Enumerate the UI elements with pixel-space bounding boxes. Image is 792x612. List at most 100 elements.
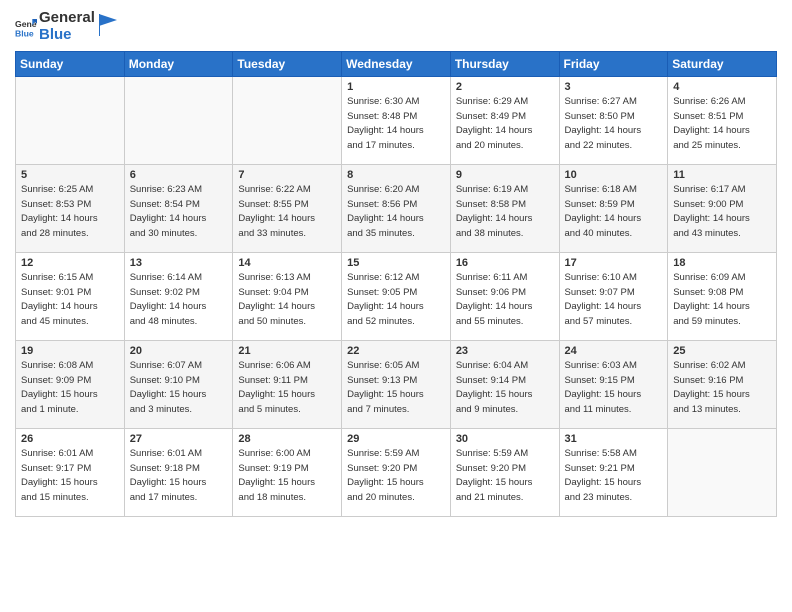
day-info: Sunrise: 6:25 AM Sunset: 8:53 PM Dayligh… <box>21 183 119 242</box>
logo: General Blue General Blue <box>15 10 117 43</box>
day-info: Sunrise: 6:01 AM Sunset: 9:18 PM Dayligh… <box>130 447 228 506</box>
day-info: Sunrise: 6:27 AM Sunset: 8:50 PM Dayligh… <box>565 95 663 154</box>
day-number: 29 <box>347 433 445 445</box>
day-number: 20 <box>130 345 228 357</box>
week-row-4: 19 Sunrise: 6:08 AM Sunset: 9:09 PM Dayli… <box>16 341 777 429</box>
day-header-thursday: Thursday <box>450 52 559 77</box>
day-info: Sunrise: 5:59 AM Sunset: 9:20 PM Dayligh… <box>347 447 445 506</box>
day-info: Sunrise: 6:23 AM Sunset: 8:54 PM Dayligh… <box>130 183 228 242</box>
day-info: Sunrise: 6:29 AM Sunset: 8:49 PM Dayligh… <box>456 95 554 154</box>
calendar-cell: 21Sunrise: 6:06 AM Sunset: 9:11 PM Dayli… <box>233 341 342 429</box>
calendar-cell: 20 Sunrise: 6:07 AM Sunset: 9:10 PM Dayli… <box>124 341 233 429</box>
calendar-cell: 31 Sunrise: 5:58 AM Sunset: 9:21 PM Dayli… <box>559 429 668 517</box>
day-number: 27 <box>130 433 228 445</box>
day-info: Sunrise: 6:09 AM Sunset: 9:08 PM Dayligh… <box>673 271 771 330</box>
day-number: 9 <box>456 169 554 181</box>
calendar-body: 1 Sunrise: 6:30 AM Sunset: 8:48 PM Daylig… <box>16 77 777 517</box>
day-info: Sunrise: 5:59 AM Sunset: 9:20 PM Dayligh… <box>456 447 554 506</box>
calendar-cell <box>233 77 342 165</box>
calendar-cell: 23 Sunrise: 6:04 AM Sunset: 9:14 PM Dayli… <box>450 341 559 429</box>
calendar-cell: 17 Sunrise: 6:10 AM Sunset: 9:07 PM Dayli… <box>559 253 668 341</box>
day-number: 26 <box>21 433 119 445</box>
day-info: Sunrise: 6:04 AM Sunset: 9:14 PM Dayligh… <box>456 359 554 418</box>
calendar-cell: 19 Sunrise: 6:08 AM Sunset: 9:09 PM Dayli… <box>16 341 125 429</box>
page: General Blue General Blue SundayMondayTu… <box>0 0 792 532</box>
logo-flag-icon <box>99 14 117 36</box>
calendar-cell: 5 Sunrise: 6:25 AM Sunset: 8:53 PM Daylig… <box>16 165 125 253</box>
day-number: 17 <box>565 257 663 269</box>
day-info: Sunrise: 5:58 AM Sunset: 9:21 PM Dayligh… <box>565 447 663 506</box>
day-info: Sunrise: 6:18 AM Sunset: 8:59 PM Dayligh… <box>565 183 663 242</box>
day-info: Sunrise: 6:11 AM Sunset: 9:06 PM Dayligh… <box>456 271 554 330</box>
day-info: Sunrise: 6:12 AM Sunset: 9:05 PM Dayligh… <box>347 271 445 330</box>
day-number: 4 <box>673 81 771 93</box>
day-info: Sunrise: 6:02 AM Sunset: 9:16 PM Dayligh… <box>673 359 771 418</box>
day-info: Sunrise: 6:06 AM Sunset: 9:11 PM Dayligh… <box>238 359 336 418</box>
calendar-cell: 10 Sunrise: 6:18 AM Sunset: 8:59 PM Dayli… <box>559 165 668 253</box>
calendar-table: SundayMondayTuesdayWednesdayThursdayFrid… <box>15 51 777 517</box>
calendar-cell <box>668 429 777 517</box>
calendar-cell: 28Sunrise: 6:00 AM Sunset: 9:19 PM Dayli… <box>233 429 342 517</box>
day-number: 3 <box>565 81 663 93</box>
week-row-3: 12 Sunrise: 6:15 AM Sunset: 9:01 PM Dayli… <box>16 253 777 341</box>
day-number: 23 <box>456 345 554 357</box>
calendar-cell: 11Sunrise: 6:17 AM Sunset: 9:00 PM Dayli… <box>668 165 777 253</box>
day-header-friday: Friday <box>559 52 668 77</box>
header: General Blue General Blue <box>15 10 777 43</box>
day-info: Sunrise: 6:01 AM Sunset: 9:17 PM Dayligh… <box>21 447 119 506</box>
calendar-cell: 7Sunrise: 6:22 AM Sunset: 8:55 PM Daylig… <box>233 165 342 253</box>
day-info: Sunrise: 6:22 AM Sunset: 8:55 PM Dayligh… <box>238 183 336 242</box>
day-header-sunday: Sunday <box>16 52 125 77</box>
calendar-header-row: SundayMondayTuesdayWednesdayThursdayFrid… <box>16 52 777 77</box>
day-info: Sunrise: 6:15 AM Sunset: 9:01 PM Dayligh… <box>21 271 119 330</box>
day-info: Sunrise: 6:26 AM Sunset: 8:51 PM Dayligh… <box>673 95 771 154</box>
week-row-5: 26 Sunrise: 6:01 AM Sunset: 9:17 PM Dayli… <box>16 429 777 517</box>
calendar-cell: 13Sunrise: 6:14 AM Sunset: 9:02 PM Dayli… <box>124 253 233 341</box>
day-number: 1 <box>347 81 445 93</box>
day-info: Sunrise: 6:19 AM Sunset: 8:58 PM Dayligh… <box>456 183 554 242</box>
calendar-cell: 15 Sunrise: 6:12 AM Sunset: 9:05 PM Dayli… <box>342 253 451 341</box>
week-row-1: 1 Sunrise: 6:30 AM Sunset: 8:48 PM Daylig… <box>16 77 777 165</box>
logo-blue: Blue <box>39 27 95 44</box>
calendar-cell: 8 Sunrise: 6:20 AM Sunset: 8:56 PM Daylig… <box>342 165 451 253</box>
day-number: 2 <box>456 81 554 93</box>
day-info: Sunrise: 6:00 AM Sunset: 9:19 PM Dayligh… <box>238 447 336 506</box>
day-number: 19 <box>21 345 119 357</box>
day-info: Sunrise: 6:03 AM Sunset: 9:15 PM Dayligh… <box>565 359 663 418</box>
day-number: 15 <box>347 257 445 269</box>
day-number: 24 <box>565 345 663 357</box>
day-number: 31 <box>565 433 663 445</box>
day-number: 25 <box>673 345 771 357</box>
day-number: 8 <box>347 169 445 181</box>
day-header-tuesday: Tuesday <box>233 52 342 77</box>
day-number: 12 <box>21 257 119 269</box>
calendar-cell: 29 Sunrise: 5:59 AM Sunset: 9:20 PM Dayli… <box>342 429 451 517</box>
day-info: Sunrise: 6:08 AM Sunset: 9:09 PM Dayligh… <box>21 359 119 418</box>
day-info: Sunrise: 6:10 AM Sunset: 9:07 PM Dayligh… <box>565 271 663 330</box>
logo-icon: General Blue <box>15 16 37 38</box>
day-number: 13 <box>130 257 228 269</box>
calendar-cell: 26 Sunrise: 6:01 AM Sunset: 9:17 PM Dayli… <box>16 429 125 517</box>
day-number: 14 <box>238 257 336 269</box>
day-number: 10 <box>565 169 663 181</box>
calendar-cell: 22Sunrise: 6:05 AM Sunset: 9:13 PM Dayli… <box>342 341 451 429</box>
calendar-cell: 1 Sunrise: 6:30 AM Sunset: 8:48 PM Daylig… <box>342 77 451 165</box>
week-row-2: 5 Sunrise: 6:25 AM Sunset: 8:53 PM Daylig… <box>16 165 777 253</box>
calendar-cell: 24 Sunrise: 6:03 AM Sunset: 9:15 PM Dayli… <box>559 341 668 429</box>
calendar-cell: 4 Sunrise: 6:26 AM Sunset: 8:51 PM Daylig… <box>668 77 777 165</box>
calendar-cell: 6Sunrise: 6:23 AM Sunset: 8:54 PM Daylig… <box>124 165 233 253</box>
calendar-cell: 14 Sunrise: 6:13 AM Sunset: 9:04 PM Dayli… <box>233 253 342 341</box>
day-number: 18 <box>673 257 771 269</box>
day-info: Sunrise: 6:13 AM Sunset: 9:04 PM Dayligh… <box>238 271 336 330</box>
logo-general: General <box>39 10 95 27</box>
calendar-cell: 9 Sunrise: 6:19 AM Sunset: 8:58 PM Daylig… <box>450 165 559 253</box>
day-header-wednesday: Wednesday <box>342 52 451 77</box>
calendar-cell: 27 Sunrise: 6:01 AM Sunset: 9:18 PM Dayli… <box>124 429 233 517</box>
calendar-cell: 16Sunrise: 6:11 AM Sunset: 9:06 PM Dayli… <box>450 253 559 341</box>
day-info: Sunrise: 6:07 AM Sunset: 9:10 PM Dayligh… <box>130 359 228 418</box>
day-number: 5 <box>21 169 119 181</box>
day-number: 22 <box>347 345 445 357</box>
calendar-cell: 2 Sunrise: 6:29 AM Sunset: 8:49 PM Daylig… <box>450 77 559 165</box>
day-info: Sunrise: 6:30 AM Sunset: 8:48 PM Dayligh… <box>347 95 445 154</box>
day-info: Sunrise: 6:20 AM Sunset: 8:56 PM Dayligh… <box>347 183 445 242</box>
